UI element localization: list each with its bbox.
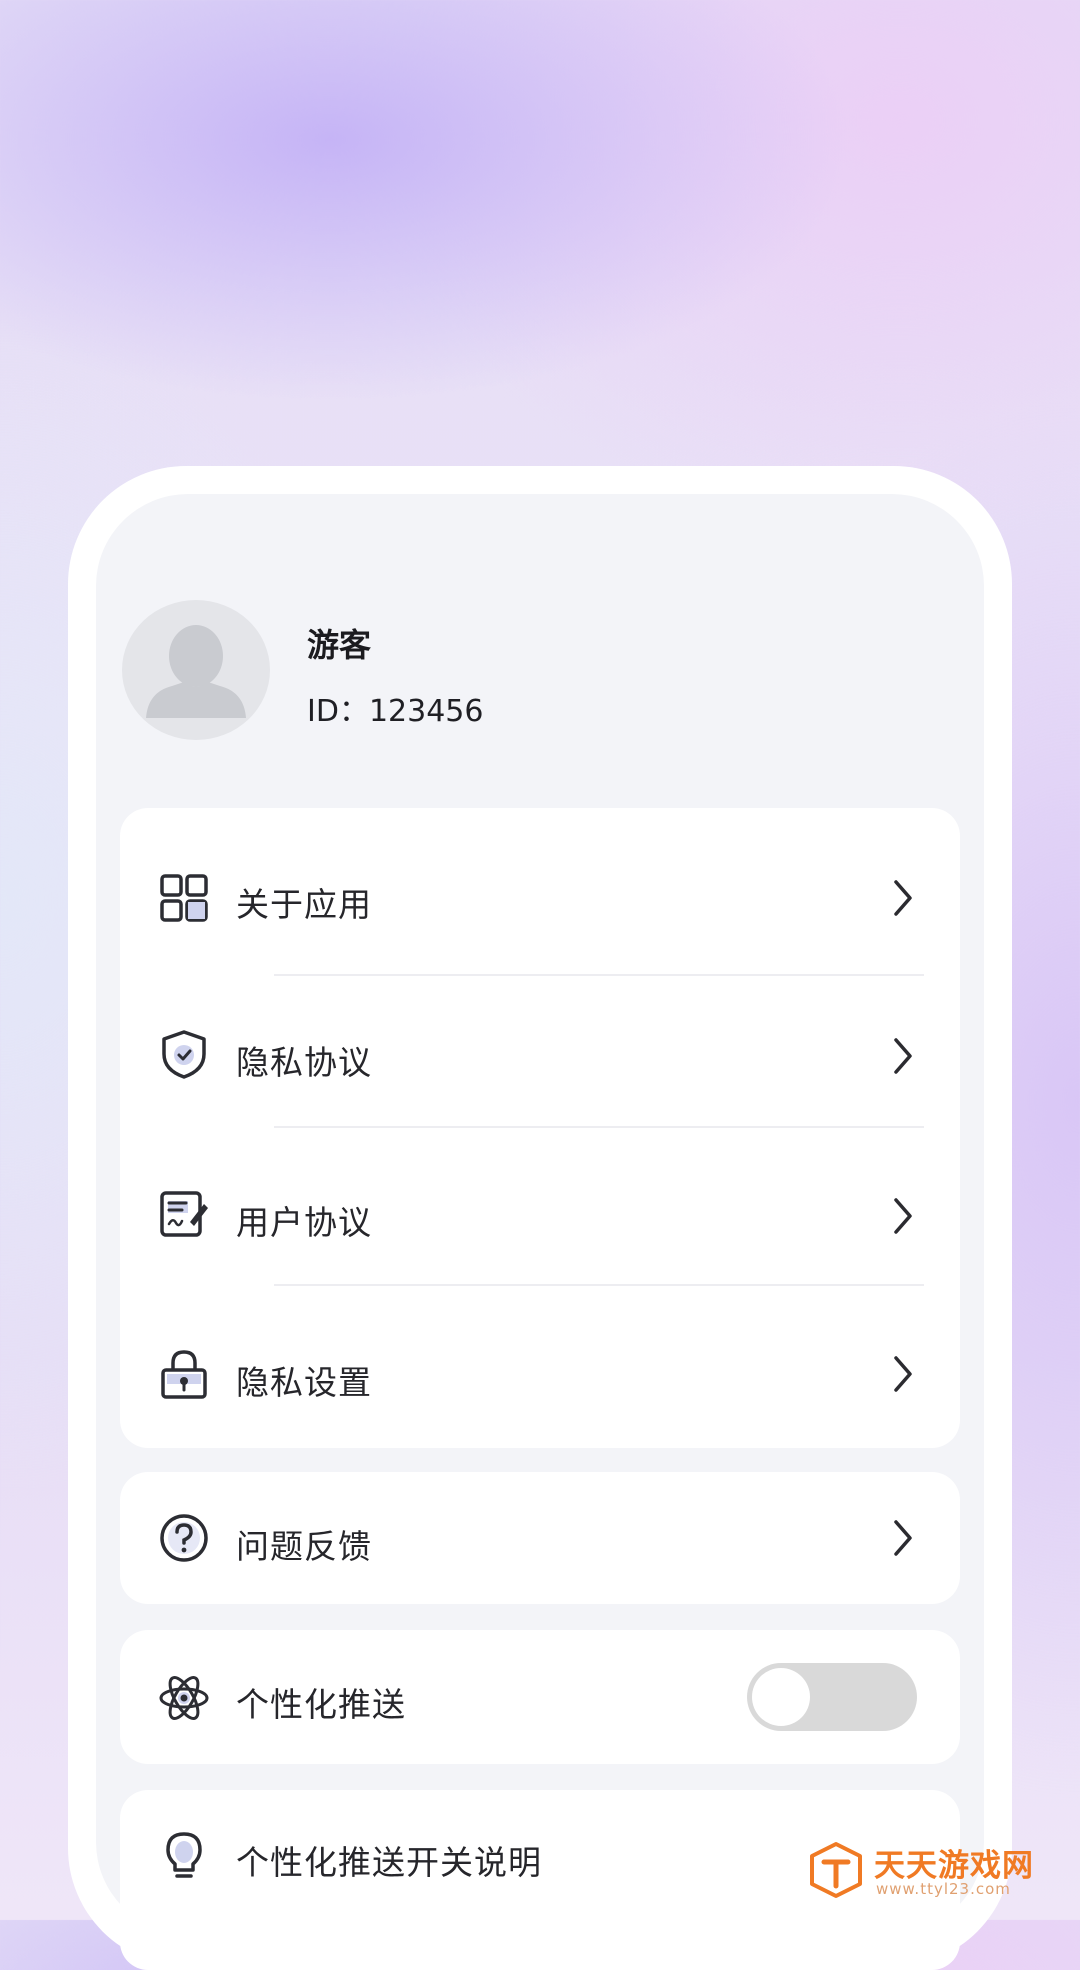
menu-item-feedback[interactable]: 问题反馈 <box>120 1508 960 1568</box>
menu-item-label: 隐私设置 <box>236 1363 372 1402</box>
menu-item-personalized-push: 个性化推送 <box>120 1663 960 1731</box>
grid-icon <box>160 874 208 922</box>
divider <box>274 1126 924 1128</box>
document-sign-icon <box>160 1191 208 1237</box>
user-silhouette-icon <box>146 625 246 718</box>
personalized-push-toggle[interactable] <box>747 1663 917 1731</box>
menu-card-feedback: 问题反馈 <box>120 1472 960 1604</box>
watermark-logo-icon <box>810 1842 862 1898</box>
watermark-brand: 天天游戏网 <box>874 1848 1034 1884</box>
chevron-right-icon <box>894 1038 912 1074</box>
toggle-knob <box>752 1668 810 1726</box>
avatar[interactable] <box>122 600 270 740</box>
chevron-right-icon <box>894 880 912 916</box>
menu-card-main: 关于应用 隐私协议 用户协议 隐私设置 <box>120 808 960 1448</box>
menu-card-personalized-push: 个性化推送 <box>120 1630 960 1764</box>
menu-item-privacy-settings[interactable]: 隐私设置 <box>120 1344 960 1404</box>
shield-check-icon <box>162 1030 206 1079</box>
divider <box>274 974 924 976</box>
user-name: 游客 <box>307 626 372 664</box>
menu-item-label: 问题反馈 <box>236 1527 372 1566</box>
atom-icon <box>159 1676 209 1720</box>
chevron-right-icon <box>894 1198 912 1234</box>
menu-item-about-app[interactable]: 关于应用 <box>120 868 960 928</box>
menu-item-label: 个性化推送开关说明 <box>236 1843 542 1882</box>
menu-item-label: 关于应用 <box>236 885 372 924</box>
site-watermark: 天天游戏网 www.ttyl23.com <box>806 1838 1056 1902</box>
user-id: ID：123456 <box>307 694 484 729</box>
menu-item-label: 隐私协议 <box>236 1043 372 1082</box>
question-circle-icon <box>160 1514 208 1562</box>
lock-icon <box>161 1350 207 1399</box>
watermark-url: www.ttyl23.com <box>876 1880 1011 1898</box>
menu-item-label: 个性化推送 <box>236 1685 406 1724</box>
chevron-right-icon <box>894 1520 912 1556</box>
divider <box>274 1284 924 1286</box>
chevron-right-icon <box>894 1356 912 1392</box>
menu-item-user-agreement[interactable]: 用户协议 <box>120 1186 960 1246</box>
lightbulb-icon <box>166 1832 202 1878</box>
menu-item-label: 用户协议 <box>236 1203 372 1242</box>
menu-item-privacy-policy[interactable]: 隐私协议 <box>120 1026 960 1086</box>
